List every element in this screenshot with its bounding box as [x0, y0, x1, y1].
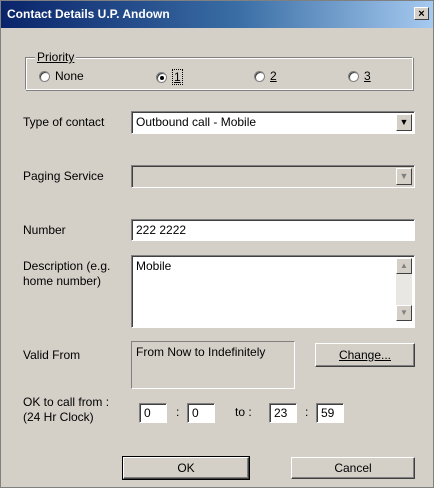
paging-service-label: Paging Service	[23, 169, 104, 183]
radio-label: 1	[172, 69, 183, 85]
time-separator: :	[176, 405, 180, 419]
scroll-up-icon[interactable]: ▲	[396, 258, 412, 274]
to-minute-input[interactable]: 59	[316, 403, 344, 423]
priority-radio-1[interactable]: 1	[156, 69, 183, 85]
paging-service-select[interactable]: ▼	[131, 165, 415, 188]
window-title: Contact Details U.P. Andown	[7, 7, 170, 21]
close-icon: ×	[418, 8, 425, 20]
time-separator: :	[305, 405, 309, 419]
description-value: Mobile	[136, 259, 172, 273]
dropdown-arrow-icon[interactable]: ▼	[396, 168, 412, 185]
to-label: to :	[235, 405, 252, 419]
priority-radio-2[interactable]: 2	[254, 69, 277, 83]
radio-label: 3	[364, 69, 371, 83]
ok-to-call-label: OK to call from : (24 Hr Clock)	[23, 395, 110, 424]
priority-group-label: Priority	[35, 50, 77, 64]
from-hour-input[interactable]: 0	[139, 403, 167, 423]
priority-radio-none[interactable]: None	[39, 69, 84, 83]
number-input[interactable]: 222 2222	[131, 219, 415, 241]
radio-indicator	[39, 70, 50, 82]
close-button[interactable]: ×	[414, 7, 429, 20]
radio-indicator	[156, 71, 167, 83]
type-of-contact-value: Outbound call - Mobile	[136, 115, 257, 129]
contact-details-dialog: Contact Details U.P. Andown × Priority N…	[0, 0, 434, 488]
radio-indicator	[348, 70, 359, 82]
cancel-button[interactable]: Cancel	[291, 457, 415, 479]
ok-button[interactable]: OK	[122, 456, 250, 480]
type-of-contact-label: Type of contact	[23, 115, 105, 129]
to-hour-input[interactable]: 23	[269, 403, 297, 423]
from-minute-input[interactable]: 0	[187, 403, 215, 423]
title-bar[interactable]: Contact Details U.P. Andown ×	[1, 1, 433, 28]
priority-radio-3[interactable]: 3	[348, 69, 371, 83]
description-label: Description (e.g. home number)	[23, 259, 111, 288]
dropdown-arrow-icon[interactable]: ▼	[396, 114, 412, 131]
valid-from-label: Valid From	[23, 348, 81, 362]
scroll-down-icon[interactable]: ▼	[396, 305, 412, 321]
change-button[interactable]: Change...	[315, 343, 415, 367]
valid-from-display: From Now to Indefinitely	[131, 341, 295, 389]
radio-label: 2	[270, 69, 277, 83]
radio-label: None	[55, 69, 84, 83]
description-scrollbar[interactable]: ▲ ▼	[396, 258, 412, 321]
radio-indicator	[254, 70, 265, 82]
type-of-contact-select[interactable]: Outbound call - Mobile ▼	[131, 111, 415, 134]
number-value: 222 2222	[136, 223, 187, 237]
description-textarea[interactable]: Mobile ▲ ▼	[131, 255, 415, 328]
number-label: Number	[23, 223, 66, 237]
valid-from-value: From Now to Indefinitely	[136, 345, 266, 359]
